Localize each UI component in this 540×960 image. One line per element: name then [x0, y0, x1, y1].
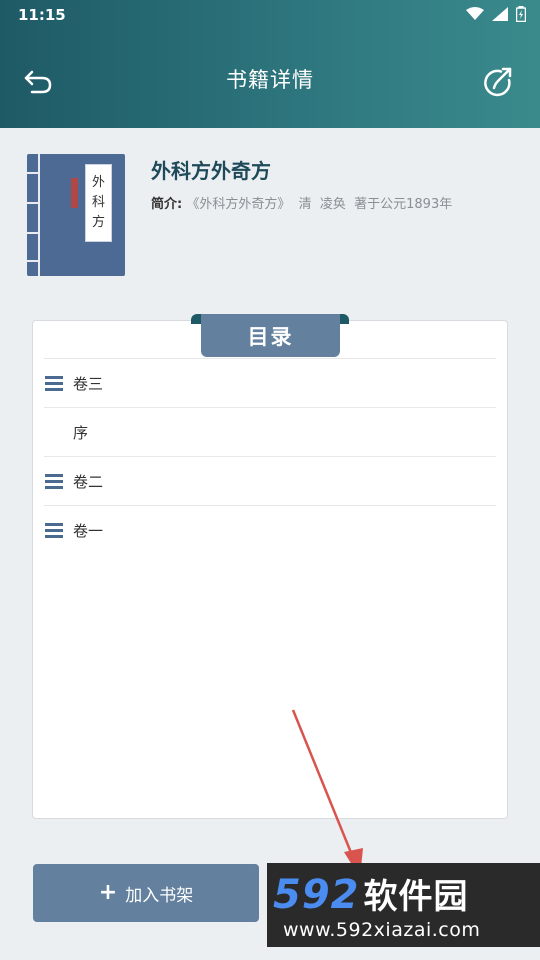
book-cover: 外 科 方 [27, 154, 125, 276]
toc-item-label: 卷二 [73, 472, 104, 491]
share-icon [484, 67, 512, 97]
cover-label: 外 科 方 [85, 164, 112, 242]
cover-stitch [27, 232, 40, 234]
signal-icon [492, 7, 508, 21]
status-icons [466, 6, 526, 22]
toc-item-label: 序 [73, 423, 89, 442]
list-icon [45, 522, 63, 538]
cover-char: 科 [91, 195, 105, 210]
cover-stitch [27, 202, 40, 204]
header: 11:15 书籍详情 [0, 0, 540, 128]
cover-stitch [27, 260, 40, 262]
toc-item-label: 卷一 [73, 521, 104, 540]
book-intro: 简介: 《外科方外奇方》 清 凌奂 著于公元1893年 [151, 193, 452, 212]
add-to-shelf-button[interactable]: + 加入书架 [33, 864, 259, 922]
page-title: 书籍详情 [226, 68, 314, 92]
battery-icon [516, 6, 526, 22]
book-title: 外科方外奇方 [151, 159, 271, 183]
cover-stitch [27, 172, 40, 174]
intro-text: 《外科方外奇方》 清 凌奂 著于公元1893年 [186, 197, 453, 212]
share-button[interactable] [482, 66, 516, 100]
toc-item-juan-yi[interactable]: 卷一 [44, 505, 496, 554]
watermark-url: www.592xiazai.com [283, 919, 481, 941]
toc-item-juan-san[interactable]: 卷三 [44, 358, 496, 407]
status-bar: 11:15 [0, 0, 540, 32]
plus-icon: + [98, 880, 118, 905]
cover-seal [71, 178, 78, 208]
watermark-logo: 592 软件园 [273, 869, 469, 918]
wifi-icon [466, 7, 484, 20]
status-time: 11:15 [18, 6, 66, 24]
watermark-logo-number: 592 [273, 872, 360, 918]
cover-char: 方 [91, 215, 105, 230]
toc-item-juan-er[interactable]: 卷二 [44, 456, 496, 505]
watermark: 592 软件园 www.592xiazai.com [267, 863, 540, 947]
watermark-logo-cn: 软件园 [363, 877, 469, 917]
toc-title: 目录 [201, 314, 340, 357]
add-to-shelf-label: 加入书架 [125, 885, 194, 906]
list-icon [45, 473, 63, 489]
toc-list: 卷三 序 卷二 卷一 [44, 358, 496, 554]
list-icon [45, 375, 63, 391]
intro-label: 简介: [151, 197, 183, 212]
cover-char: 外 [91, 175, 105, 190]
toc-item-preface[interactable]: 序 [44, 407, 496, 456]
toc-item-label: 卷三 [73, 374, 104, 393]
